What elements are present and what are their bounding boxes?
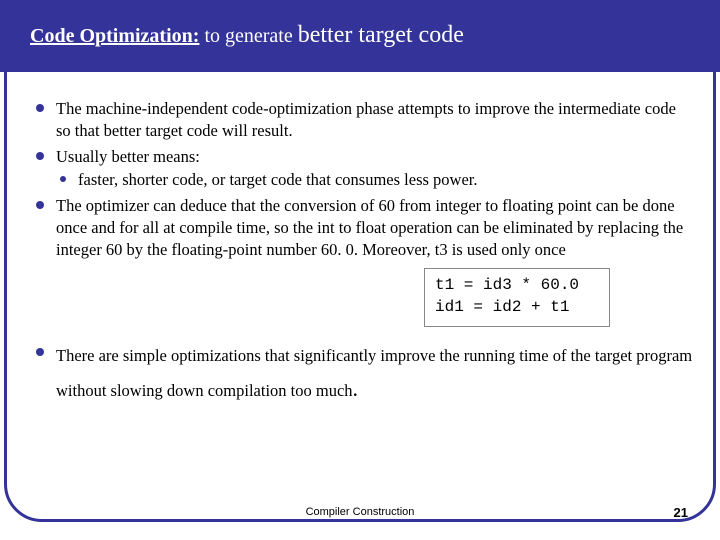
code-figure: t1 = id3 * 60.0 id1 = id2 + t1 — [424, 268, 610, 327]
last-bullet-area: There are simple optimizations that sign… — [34, 342, 694, 411]
sub-bullet-list: faster, shorter code, or target code tha… — [56, 169, 694, 191]
bullet-text: Usually better means: — [56, 147, 200, 166]
code-line: id1 = id2 + t1 — [435, 297, 599, 319]
title-suffix: better target code — [298, 22, 464, 48]
bullet-item: The machine-independent code-optimizatio… — [34, 98, 694, 142]
slide-title: Code Optimization: to generate better ta… — [30, 22, 464, 49]
bullet-text: There are simple optimizations that sign… — [56, 346, 692, 400]
code-line: t1 = id3 * 60.0 — [435, 275, 599, 297]
title-prefix: Code Optimization: — [30, 25, 199, 47]
title-middle: to generate — [199, 25, 297, 47]
title-bar: Code Optimization: to generate better ta… — [0, 0, 720, 72]
sub-bullet-text: faster, shorter code, or target code tha… — [78, 170, 478, 189]
bullet-period: . — [353, 376, 359, 401]
bullet-text: The machine-independent code-optimizatio… — [56, 99, 676, 140]
bullet-list: The machine-independent code-optimizatio… — [34, 98, 694, 260]
page-number: 21 — [674, 505, 688, 520]
sub-bullet-item: faster, shorter code, or target code tha… — [56, 169, 694, 191]
footer-title: Compiler Construction — [0, 506, 720, 518]
bullet-item: Usually better means: faster, shorter co… — [34, 146, 694, 192]
bullet-item: There are simple optimizations that sign… — [34, 342, 694, 407]
bullet-text: The optimizer can deduce that the conver… — [56, 196, 683, 259]
content-area: The machine-independent code-optimizatio… — [34, 98, 694, 264]
bullet-list: There are simple optimizations that sign… — [34, 342, 694, 407]
bullet-item: The optimizer can deduce that the conver… — [34, 195, 694, 260]
slide: Code Optimization: to generate better ta… — [0, 0, 720, 540]
